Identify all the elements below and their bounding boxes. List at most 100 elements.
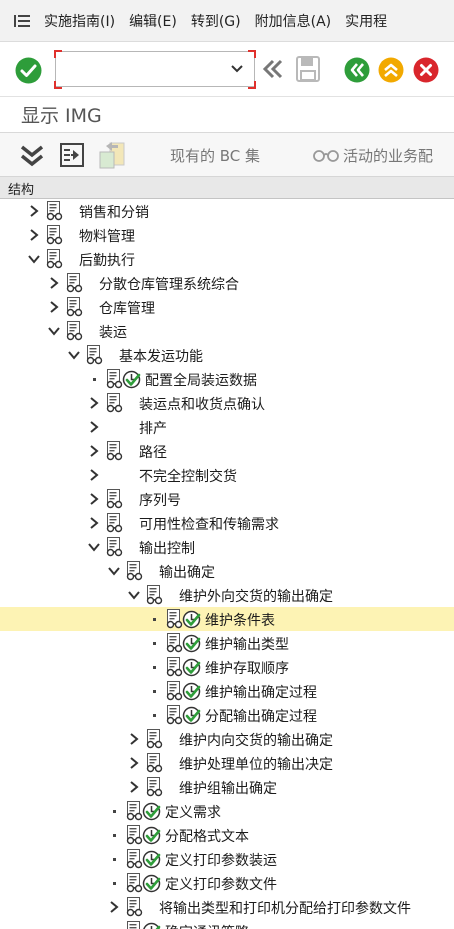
- documentation-glasses-icon[interactable]: [105, 441, 124, 461]
- glasses-icon[interactable]: [313, 147, 339, 163]
- tree-row[interactable]: 维护处理单位的输出决定: [0, 751, 454, 775]
- double-chevron-left-icon[interactable]: [262, 57, 284, 81]
- tree-node-label[interactable]: 确定通讯策略: [165, 922, 249, 929]
- tree-node-label[interactable]: 维护条件表: [205, 610, 275, 630]
- command-field[interactable]: [55, 51, 255, 87]
- cancel-x-icon[interactable]: [413, 57, 439, 83]
- expand-all-icon[interactable]: [19, 143, 45, 169]
- chevron-down-icon[interactable]: [67, 347, 81, 363]
- tree-node-label[interactable]: 定义打印参数文件: [165, 874, 277, 894]
- tree-row[interactable]: 序列号: [0, 487, 454, 511]
- tree-node-label[interactable]: 装运点和收货点确认: [139, 394, 265, 414]
- execute-clock-check-icon[interactable]: [182, 682, 201, 701]
- tree-node-label[interactable]: 物料管理: [79, 226, 135, 246]
- execute-clock-check-icon[interactable]: [142, 874, 161, 893]
- execute-clock-check-icon[interactable]: [182, 610, 201, 629]
- documentation-glasses-icon[interactable]: [45, 225, 64, 245]
- tree-row[interactable]: 定义需求: [0, 799, 454, 823]
- chevron-right-icon[interactable]: [27, 227, 41, 243]
- tree-node-label[interactable]: 定义打印参数装运: [165, 850, 277, 870]
- chevron-down-icon[interactable]: [107, 563, 121, 579]
- back-icon[interactable]: [344, 57, 370, 83]
- execute-clock-check-icon[interactable]: [142, 850, 161, 869]
- chevron-right-icon[interactable]: [87, 443, 101, 459]
- documentation-glasses-icon[interactable]: [85, 345, 104, 365]
- documentation-glasses-icon[interactable]: [105, 489, 124, 509]
- tree-row[interactable]: 确定通讯策略: [0, 919, 454, 929]
- chevron-down-icon[interactable]: [27, 251, 41, 267]
- documentation-glasses-icon[interactable]: [105, 513, 124, 533]
- tree-node-label[interactable]: 维护组输出确定: [179, 778, 277, 798]
- documentation-glasses-icon[interactable]: [125, 897, 144, 917]
- tree-row[interactable]: 物料管理: [0, 223, 454, 247]
- tree-row[interactable]: 装运: [0, 319, 454, 343]
- chevron-right-icon[interactable]: [127, 731, 141, 747]
- tree-row[interactable]: 维护组输出确定: [0, 775, 454, 799]
- documentation-glasses-icon[interactable]: [65, 273, 84, 293]
- find-in-tree-icon[interactable]: [59, 142, 85, 168]
- tree-row[interactable]: 维护内向交货的输出确定: [0, 727, 454, 751]
- menu-goto[interactable]: 转到(G): [191, 11, 255, 31]
- tree-row[interactable]: 维护条件表: [0, 607, 454, 631]
- tree-row[interactable]: 装运点和收货点确认: [0, 391, 454, 415]
- tree-node-label[interactable]: 将输出类型和打印机分配给打印参数文件: [159, 898, 411, 918]
- tree-node-label[interactable]: 后勤执行: [79, 250, 135, 270]
- chevron-right-icon[interactable]: [47, 299, 61, 315]
- tree-node-label[interactable]: 不完全控制交货: [139, 466, 237, 486]
- tree-node-label[interactable]: 排产: [139, 418, 167, 438]
- tree-node-label[interactable]: 维护内向交货的输出确定: [179, 730, 333, 750]
- chevron-right-icon[interactable]: [127, 755, 141, 771]
- execute-clock-check-icon[interactable]: [142, 802, 161, 821]
- active-business-config-button[interactable]: 活动的业务配: [343, 145, 433, 166]
- chevron-right-icon[interactable]: [87, 395, 101, 411]
- tree-row[interactable]: 定义打印参数装运: [0, 847, 454, 871]
- chevron-right-icon[interactable]: [87, 515, 101, 531]
- tree-node-label[interactable]: 输出确定: [159, 562, 215, 582]
- documentation-glasses-icon[interactable]: [105, 393, 124, 413]
- menu-utilities[interactable]: 实用程: [345, 11, 401, 31]
- tree-row[interactable]: 分配格式文本: [0, 823, 454, 847]
- execute-clock-check-icon[interactable]: [142, 826, 161, 845]
- documentation-glasses-icon[interactable]: [105, 537, 124, 557]
- chevron-down-icon[interactable]: [47, 323, 61, 339]
- documentation-glasses-icon[interactable]: [65, 297, 84, 317]
- documentation-glasses-icon[interactable]: [145, 585, 164, 605]
- tree-row[interactable]: 维护输出确定过程: [0, 679, 454, 703]
- chevron-right-icon[interactable]: [87, 491, 101, 507]
- execute-clock-check-icon[interactable]: [182, 658, 201, 677]
- tree-row[interactable]: 定义打印参数文件: [0, 871, 454, 895]
- existing-bc-sets-button[interactable]: 现有的 BC 集: [170, 145, 260, 166]
- tree-row[interactable]: 不完全控制交货: [0, 463, 454, 487]
- tree-row[interactable]: 配置全局装运数据: [0, 367, 454, 391]
- tree-row[interactable]: 输出确定: [0, 559, 454, 583]
- tree-row[interactable]: 可用性检查和传输需求: [0, 511, 454, 535]
- tree-row[interactable]: 后勤执行: [0, 247, 454, 271]
- execute-clock-check-icon[interactable]: [182, 634, 201, 653]
- tree-node-label[interactable]: 基本发运功能: [119, 346, 203, 366]
- tree-node-label[interactable]: 序列号: [139, 490, 181, 510]
- tree-node-label[interactable]: 配置全局装运数据: [145, 370, 257, 390]
- tree-row[interactable]: 维护外向交货的输出确定: [0, 583, 454, 607]
- chevron-right-icon[interactable]: [27, 203, 41, 219]
- tree-row[interactable]: 维护存取顺序: [0, 655, 454, 679]
- execute-clock-check-icon[interactable]: [122, 370, 141, 389]
- tree-row[interactable]: 分配输出确定过程: [0, 703, 454, 727]
- chevron-down-icon[interactable]: [127, 587, 141, 603]
- tree-node-label[interactable]: 仓库管理: [99, 298, 155, 318]
- chevron-right-icon[interactable]: [47, 275, 61, 291]
- tree-row[interactable]: 分散仓库管理系统综合: [0, 271, 454, 295]
- execute-clock-check-icon[interactable]: [182, 706, 201, 725]
- enter-check-icon[interactable]: [15, 57, 42, 84]
- documentation-glasses-icon[interactable]: [145, 753, 164, 773]
- tree-row[interactable]: 基本发运功能: [0, 343, 454, 367]
- documentation-glasses-icon[interactable]: [45, 249, 64, 269]
- tree-node-label[interactable]: 分散仓库管理系统综合: [99, 274, 239, 294]
- menu-implementation-guide[interactable]: 实施指南(I): [44, 11, 129, 31]
- documentation-glasses-icon[interactable]: [45, 201, 64, 221]
- tree-row[interactable]: 排产: [0, 415, 454, 439]
- menu-extras[interactable]: 附加信息(A): [255, 11, 346, 31]
- tree-node-label[interactable]: 维护输出确定过程: [205, 682, 317, 702]
- chevron-right-icon[interactable]: [87, 467, 101, 483]
- tree-node-label[interactable]: 可用性检查和传输需求: [139, 514, 279, 534]
- chevron-down-icon[interactable]: [228, 61, 246, 77]
